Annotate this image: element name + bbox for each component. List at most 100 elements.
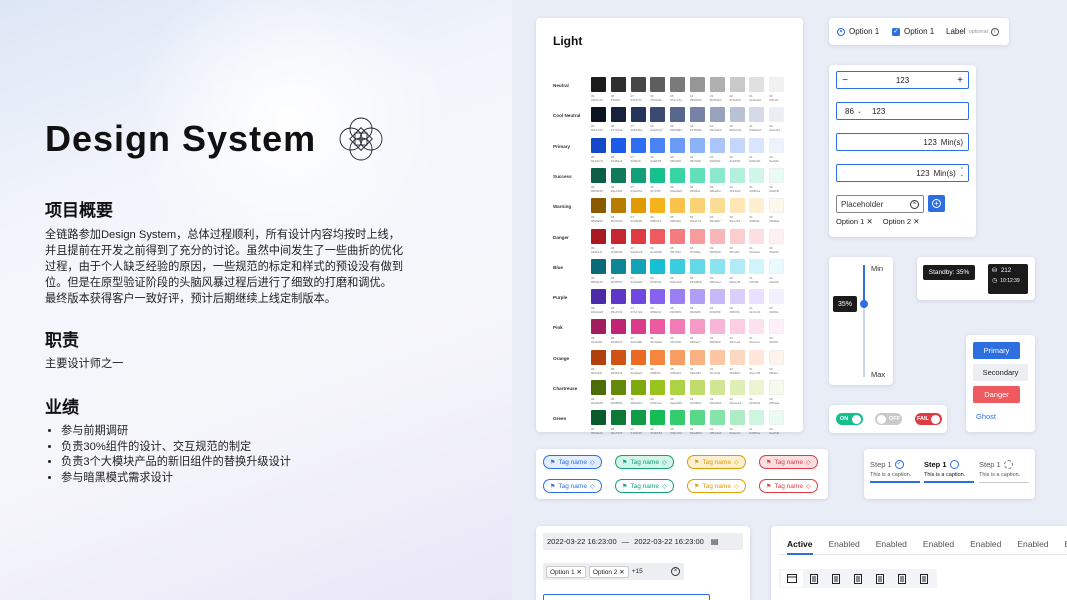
color-swatch[interactable] <box>670 349 686 365</box>
color-swatch[interactable] <box>709 77 725 92</box>
clear-icon[interactable]: × <box>671 567 680 576</box>
color-swatch[interactable] <box>729 349 745 365</box>
color-swatch[interactable] <box>709 107 725 123</box>
color-swatch[interactable] <box>690 319 705 335</box>
color-swatch[interactable] <box>769 77 785 92</box>
window-icon[interactable] <box>781 570 803 587</box>
chip-option-2[interactable]: Option 2 ✕ <box>883 217 920 226</box>
color-swatch[interactable] <box>670 410 686 426</box>
color-swatch[interactable] <box>709 137 725 153</box>
color-swatch[interactable] <box>769 137 785 153</box>
color-swatch[interactable] <box>610 198 626 214</box>
color-swatch[interactable] <box>610 258 626 274</box>
color-swatch[interactable] <box>591 137 606 153</box>
tag[interactable]: ⚑ Tag name ◇ <box>759 455 818 469</box>
color-swatch[interactable] <box>729 410 745 426</box>
color-swatch[interactable] <box>650 410 666 426</box>
color-swatch[interactable] <box>709 380 725 395</box>
color-swatch[interactable] <box>610 228 626 244</box>
document-icon[interactable] <box>891 570 913 587</box>
date-range-start[interactable]: 2022-03-22 16:23:00 <box>547 537 617 546</box>
info-icon[interactable]: i <box>990 27 999 36</box>
color-swatch[interactable] <box>610 167 626 183</box>
color-swatch[interactable] <box>630 349 646 365</box>
color-swatch[interactable] <box>749 319 765 335</box>
color-swatch[interactable] <box>591 167 606 183</box>
document-icon[interactable] <box>803 570 825 587</box>
color-swatch[interactable] <box>729 107 745 123</box>
dropdown-field[interactable] <box>543 594 710 600</box>
step-finished[interactable]: Step 1 ✓ This is a caption. <box>870 460 920 483</box>
slider-track[interactable]: 35% <box>833 265 868 377</box>
remove-icon[interactable]: ✕ <box>913 217 919 226</box>
tag[interactable]: ⚑ Tag name ◇ <box>687 479 746 493</box>
color-swatch[interactable] <box>709 289 725 305</box>
color-swatch[interactable] <box>670 258 686 274</box>
color-swatch[interactable] <box>591 410 606 426</box>
color-swatch[interactable] <box>690 349 705 365</box>
color-swatch[interactable] <box>769 289 785 305</box>
color-swatch[interactable] <box>729 167 745 183</box>
color-swatch[interactable] <box>749 410 765 426</box>
color-swatch[interactable] <box>709 228 725 244</box>
color-swatch[interactable] <box>690 410 705 426</box>
color-swatch[interactable] <box>729 228 745 244</box>
primary-button[interactable]: Primary <box>973 342 1020 359</box>
minutes-input[interactable]: 123 Min(s) <box>836 133 969 151</box>
document-icon[interactable] <box>913 570 935 587</box>
remove-icon[interactable]: ✕ <box>619 569 624 576</box>
color-swatch[interactable] <box>591 349 606 365</box>
color-swatch[interactable] <box>650 167 666 183</box>
tab-enabled[interactable]: Enabled <box>970 539 1001 549</box>
color-swatch[interactable] <box>591 289 606 305</box>
color-swatch[interactable] <box>610 107 626 123</box>
color-swatch[interactable] <box>650 349 666 365</box>
color-swatch[interactable] <box>709 258 725 274</box>
color-swatch[interactable] <box>630 167 646 183</box>
tag[interactable]: ⚑ Tag name ◇ <box>615 479 674 493</box>
color-swatch[interactable] <box>769 319 785 335</box>
step-pending[interactable]: Step 1 This is a caption. <box>979 460 1029 483</box>
color-swatch[interactable] <box>630 198 646 214</box>
color-swatch[interactable] <box>630 319 646 335</box>
color-swatch[interactable] <box>690 137 705 153</box>
tag[interactable]: ⚑ Tag name ◇ <box>615 455 674 469</box>
color-swatch[interactable] <box>670 228 686 244</box>
color-swatch[interactable] <box>729 137 745 153</box>
color-swatch[interactable] <box>769 410 785 426</box>
color-swatch[interactable] <box>690 107 705 123</box>
color-swatch[interactable] <box>630 258 646 274</box>
switch-on[interactable]: ON <box>836 413 863 425</box>
color-swatch[interactable] <box>630 380 646 395</box>
color-swatch[interactable] <box>670 167 686 183</box>
code-select-value[interactable]: 86 <box>845 107 854 116</box>
color-swatch[interactable] <box>769 228 785 244</box>
color-swatch[interactable] <box>749 167 765 183</box>
plus-icon[interactable]: + <box>952 75 968 86</box>
color-swatch[interactable] <box>610 380 626 395</box>
color-swatch[interactable] <box>630 107 646 123</box>
color-swatch[interactable] <box>690 167 705 183</box>
multiselect-chip[interactable]: Option 1 ✕ <box>546 565 586 578</box>
color-swatch[interactable] <box>690 198 705 214</box>
color-swatch[interactable] <box>769 198 785 214</box>
document-icon[interactable] <box>847 570 869 587</box>
tag[interactable]: ⚑ Tag name ◇ <box>543 479 602 493</box>
multiselect-chip[interactable]: Option 2 ✕ <box>588 565 629 578</box>
color-swatch[interactable] <box>591 77 606 92</box>
color-swatch[interactable] <box>591 319 606 335</box>
color-swatch[interactable] <box>729 289 745 305</box>
slider-thumb[interactable] <box>860 300 868 309</box>
color-swatch[interactable] <box>749 137 765 153</box>
chevron-down-icon[interactable]: ⌄ <box>857 108 862 115</box>
remove-icon[interactable]: ✕ <box>576 569 581 576</box>
color-swatch[interactable] <box>630 77 646 92</box>
tag[interactable]: ⚑ Tag name ◇ <box>759 479 818 493</box>
minutes-spinner-input[interactable]: 123 Min(s) ⌃ ⌄ <box>836 164 969 182</box>
color-swatch[interactable] <box>650 380 666 395</box>
color-swatch[interactable] <box>610 410 626 426</box>
color-swatch[interactable] <box>690 228 705 244</box>
color-swatch[interactable] <box>749 380 765 395</box>
color-swatch[interactable] <box>729 380 745 395</box>
color-swatch[interactable] <box>690 380 705 395</box>
